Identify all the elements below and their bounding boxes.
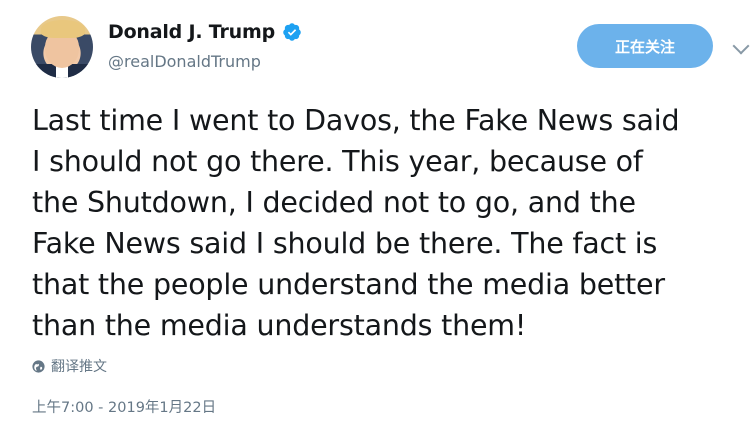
user-handle[interactable]: @realDonaldTrump	[108, 52, 261, 71]
tweet-card: Donald J. Trump @realDonaldTrump 正在关注 La…	[0, 0, 750, 422]
translate-tweet-link[interactable]: 翻译推文	[32, 356, 107, 376]
avatar[interactable]	[31, 16, 93, 78]
tweet-timestamp[interactable]: 上午7:00 - 2019年1月22日	[32, 396, 216, 417]
tweet-text: Last time I went to Davos, the Fake News…	[32, 104, 680, 342]
user-name-row: Donald J. Trump	[108, 21, 302, 43]
chevron-down-icon[interactable]	[732, 37, 750, 55]
display-name[interactable]: Donald J. Trump	[108, 21, 275, 43]
verified-badge-icon	[283, 23, 301, 41]
globe-icon	[32, 359, 45, 373]
following-button[interactable]: 正在关注	[577, 24, 713, 68]
translate-tweet-label: 翻译推文	[51, 359, 107, 375]
